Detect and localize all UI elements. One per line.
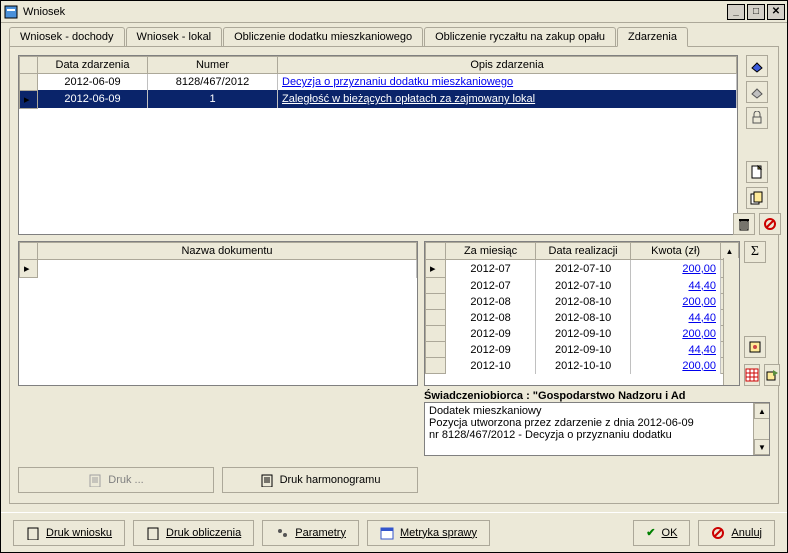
- col-nazwa-dokumentu[interactable]: Nazwa dokumentu: [38, 243, 417, 260]
- scroll-up-icon[interactable]: ▲: [726, 247, 734, 256]
- druk-wniosku-button[interactable]: Druk wniosku: [13, 520, 125, 546]
- col-numer[interactable]: Numer: [148, 57, 278, 74]
- print-icon: [88, 473, 102, 487]
- table-row[interactable]: 2012-072012-07-1044,40: [426, 278, 739, 294]
- table-row[interactable]: 2012-102012-10-10200,00: [426, 358, 739, 374]
- col-kwota[interactable]: Kwota (zł): [631, 243, 721, 260]
- druk-button: Druk ...: [18, 467, 214, 493]
- info-box: Dodatek mieszkaniowy Pozycja utworzona p…: [424, 402, 770, 456]
- lock-icon[interactable]: [746, 107, 768, 129]
- ok-button[interactable]: ✔ OK: [633, 520, 690, 546]
- new-doc-icon[interactable]: [746, 161, 768, 183]
- print-icon: [260, 473, 274, 487]
- druk-harmonogramu-button[interactable]: Druk harmonogramu: [222, 467, 418, 493]
- amount-link[interactable]: 200,00: [682, 360, 716, 372]
- info-line: Pozycja utworzona przez zdarzenie z dnia…: [429, 417, 765, 429]
- tab-obliczenie-ryczaltu[interactable]: Obliczenie ryczałtu na zakup opału: [424, 27, 616, 46]
- amount-link[interactable]: 44,40: [688, 312, 716, 324]
- druk-obliczenia-button[interactable]: Druk obliczenia: [133, 520, 254, 546]
- app-icon: [3, 4, 19, 20]
- col-data-zdarzenia[interactable]: Data zdarzenia: [38, 57, 148, 74]
- anuluj-button[interactable]: Anuluj: [698, 520, 775, 546]
- event-link[interactable]: Decyzja o przyznaniu dodatku mieszkaniow…: [282, 76, 513, 88]
- scrollbar[interactable]: ▲ ▼: [753, 403, 769, 455]
- erase-alt-icon[interactable]: [746, 81, 768, 103]
- amount-link[interactable]: 200,00: [682, 263, 716, 275]
- bottom-toolbar: Druk wniosku Druk obliczenia Parametry M…: [1, 512, 787, 552]
- table-row[interactable]: 2012-092012-09-1044,40: [426, 342, 739, 358]
- info-line: nr 8128/467/2012 - Decyzja o przyznaniu …: [429, 429, 765, 441]
- amount-link[interactable]: 200,00: [682, 328, 716, 340]
- cancel-icon: [711, 526, 725, 540]
- print-icon: [26, 526, 40, 540]
- scroll-up-icon[interactable]: ▲: [754, 403, 770, 419]
- col-data-realizacji[interactable]: Data realizacji: [535, 243, 630, 260]
- copy-doc-icon[interactable]: [746, 187, 768, 209]
- info-line: Dodatek mieszkaniowy: [429, 405, 765, 417]
- table-row[interactable]: 2012-06-09 8128/467/2012 Decyzja o przyz…: [20, 74, 737, 91]
- table-row[interactable]: ▸: [20, 260, 417, 278]
- print-icon: [146, 526, 160, 540]
- gear-icon: [275, 526, 289, 540]
- forbid-icon[interactable]: [759, 213, 781, 235]
- scroll-down-icon[interactable]: ▼: [754, 439, 770, 455]
- tab-strip: Wniosek - dochody Wniosek - lokal Oblicz…: [1, 23, 787, 46]
- minimize-button[interactable]: _: [727, 4, 745, 20]
- amount-link[interactable]: 200,00: [682, 296, 716, 308]
- maximize-button[interactable]: □: [747, 4, 765, 20]
- window-title: Wniosek: [23, 6, 727, 18]
- check-icon: ✔: [646, 526, 655, 539]
- events-grid[interactable]: Data zdarzenia Numer Opis zdarzenia 2012…: [18, 55, 738, 235]
- col-opis[interactable]: Opis zdarzenia: [278, 57, 737, 74]
- table-row[interactable]: 2012-082012-08-1044,40: [426, 310, 739, 326]
- table-row[interactable]: ▸2012-072012-07-10200,00: [426, 260, 739, 278]
- calendar-icon: [380, 526, 394, 540]
- table-row[interactable]: ▸ 2012-06-09 1 Zaległość w bieżących opł…: [20, 90, 737, 108]
- grid-icon[interactable]: [744, 364, 760, 386]
- titlebar: Wniosek _ □ ✕: [1, 1, 787, 23]
- tab-lokal[interactable]: Wniosek - lokal: [126, 27, 223, 46]
- event-link[interactable]: Zaległość w bieżących opłatach za zajmow…: [282, 93, 535, 105]
- beneficiary-label: Świadczeniobiorca : "Gospodarstwo Nadzor…: [424, 390, 770, 402]
- tab-obliczenie-dodatku[interactable]: Obliczenie dodatku mieszkaniowego: [223, 27, 423, 46]
- scrollbar[interactable]: [723, 258, 739, 385]
- payments-grid[interactable]: Za miesiąc Data realizacji Kwota (zł) ▲ …: [424, 241, 740, 386]
- sum-button[interactable]: Σ: [744, 241, 766, 263]
- documents-grid[interactable]: Nazwa dokumentu ▸: [18, 241, 418, 386]
- metryka-sprawy-button[interactable]: Metryka sprawy: [367, 520, 490, 546]
- tab-content: Data zdarzenia Numer Opis zdarzenia 2012…: [9, 46, 779, 504]
- table-row[interactable]: 2012-092012-09-10200,00: [426, 326, 739, 342]
- parametry-button[interactable]: Parametry: [262, 520, 359, 546]
- close-button[interactable]: ✕: [767, 4, 785, 20]
- amount-link[interactable]: 44,40: [688, 344, 716, 356]
- export-icon[interactable]: [764, 364, 780, 386]
- amount-link[interactable]: 44,40: [688, 280, 716, 292]
- trash-icon[interactable]: [733, 213, 755, 235]
- grid-corner: [20, 57, 38, 74]
- tab-dochody[interactable]: Wniosek - dochody: [9, 27, 125, 46]
- table-row[interactable]: 2012-082012-08-10200,00: [426, 294, 739, 310]
- col-za-miesiac[interactable]: Za miesiąc: [446, 243, 536, 260]
- eraser-icon[interactable]: [746, 55, 768, 77]
- tool-icon[interactable]: [744, 336, 766, 358]
- tab-zdarzenia[interactable]: Zdarzenia: [617, 27, 688, 47]
